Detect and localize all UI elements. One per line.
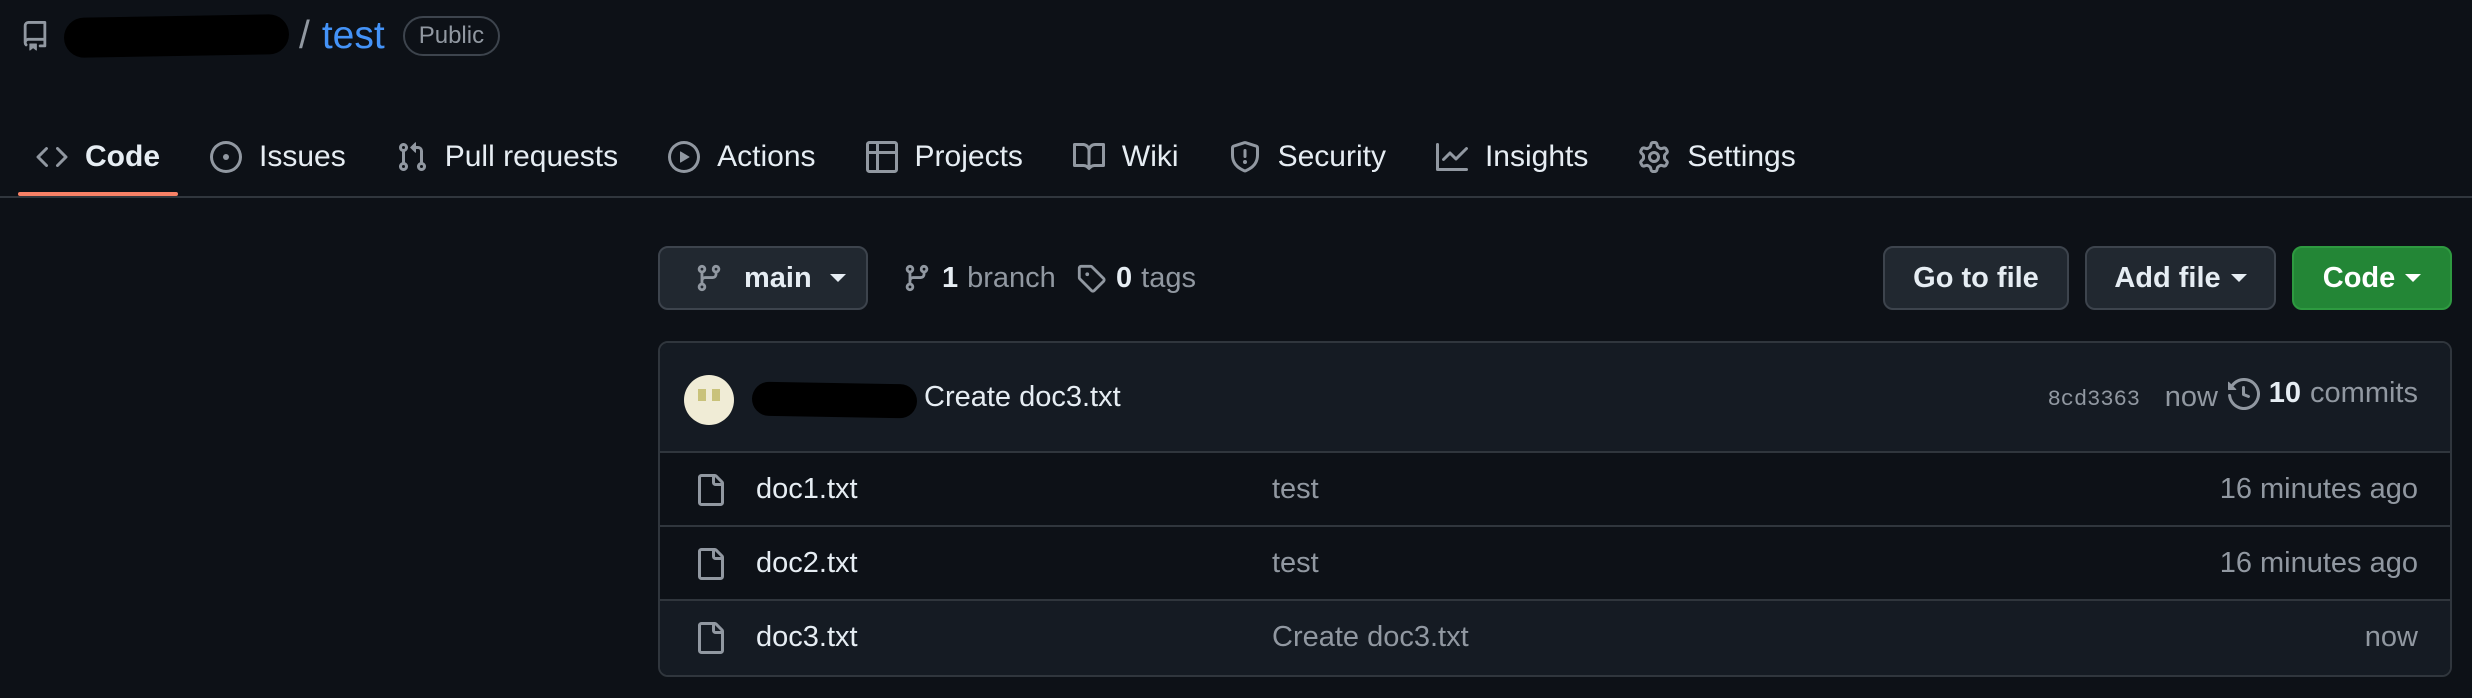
book-icon: [1072, 141, 1105, 173]
code-button-label: Code: [2322, 261, 2396, 294]
add-file-button[interactable]: Add file: [2085, 246, 2276, 310]
commit-author-redacted[interactable]: [751, 381, 918, 419]
go-to-file-button[interactable]: Go to file: [1883, 246, 2069, 310]
tag-count-label: tags: [1141, 261, 1196, 294]
chevron-down-icon: [2405, 274, 2422, 282]
go-to-file-label: Go to file: [1913, 261, 2039, 294]
repo-header: / test Public: [20, 10, 501, 62]
file-commit-link[interactable]: test: [1272, 473, 1319, 506]
commit-count: 10: [2268, 377, 2302, 409]
table-row: doc2.txt test 16 minutes ago: [660, 527, 2450, 601]
branches-link[interactable]: 1 branch: [902, 256, 1056, 300]
history-icon: [2227, 377, 2260, 410]
tag-icon: [1076, 263, 1106, 293]
tab-issues[interactable]: Issues: [192, 118, 364, 196]
git-branch-icon: [902, 263, 932, 293]
code-dropdown-button[interactable]: Code: [2292, 246, 2452, 310]
commit-sha-link[interactable]: 8cd3363: [2048, 387, 2140, 412]
chevron-down-icon: [2230, 274, 2247, 282]
tab-actions[interactable]: Actions: [650, 118, 833, 196]
file-name-link[interactable]: doc3.txt: [756, 621, 858, 654]
issue-opened-icon: [210, 141, 242, 173]
file-age: now: [2364, 621, 2418, 653]
tab-label: Code: [85, 140, 160, 173]
commit-count-label: commits: [2310, 377, 2418, 409]
tab-settings[interactable]: Settings: [1620, 118, 1813, 196]
table-row: doc3.txt Create doc3.txt now: [660, 601, 2450, 675]
tab-label: Actions: [717, 140, 816, 173]
chevron-down-icon: [829, 274, 846, 282]
graph-icon: [1435, 141, 1468, 173]
repo-tabs: Code Issues Pull requests Actions Projec…: [18, 118, 1828, 196]
file-icon: [694, 622, 726, 654]
branch-select-button[interactable]: main: [658, 246, 868, 310]
shield-icon: [1229, 141, 1261, 173]
tags-link[interactable]: 0 tags: [1076, 256, 1196, 300]
file-list: Create doc3.txt 8cd3363 now 10 commits d…: [658, 341, 2452, 677]
file-name-link[interactable]: doc2.txt: [756, 547, 858, 580]
tab-projects[interactable]: Projects: [848, 118, 1041, 196]
commit-time: now: [2164, 381, 2218, 413]
repo-name-link[interactable]: test: [322, 14, 385, 58]
tab-label: Issues: [259, 140, 346, 173]
tag-count: 0: [1116, 261, 1133, 294]
table-row: doc1.txt test 16 minutes ago: [660, 453, 2450, 527]
file-name-link[interactable]: doc1.txt: [756, 473, 858, 506]
add-file-label: Add file: [2114, 261, 2221, 294]
latest-commit-message[interactable]: Create doc3.txt: [924, 381, 1121, 414]
owner-name-redacted[interactable]: [63, 14, 290, 58]
git-pull-request-icon: [396, 141, 428, 173]
branch-count: 1: [942, 261, 959, 294]
file-age: 16 minutes ago: [2219, 473, 2418, 505]
tab-label: Insights: [1484, 140, 1589, 173]
repo-icon: [20, 21, 50, 51]
visibility-badge: Public: [402, 16, 501, 56]
gear-icon: [1638, 141, 1670, 173]
file-commit-link[interactable]: Create doc3.txt: [1272, 621, 1469, 654]
tab-label: Pull requests: [444, 140, 619, 173]
play-icon: [668, 141, 701, 173]
tab-insights[interactable]: Insights: [1418, 118, 1606, 196]
branch-count-label: branch: [967, 261, 1056, 294]
tab-label: Wiki: [1121, 140, 1179, 173]
avatar[interactable]: [684, 375, 734, 425]
branch-name: main: [744, 261, 812, 294]
table-icon: [865, 141, 898, 173]
file-icon: [694, 548, 726, 580]
file-age: 16 minutes ago: [2219, 547, 2418, 579]
tab-pull-requests[interactable]: Pull requests: [378, 118, 636, 196]
latest-commit-bar: Create doc3.txt 8cd3363 now 10 commits: [660, 343, 2450, 453]
tab-code[interactable]: Code: [18, 118, 178, 196]
tab-label: Projects: [914, 140, 1023, 173]
code-icon: [36, 141, 68, 173]
tab-wiki[interactable]: Wiki: [1055, 118, 1197, 196]
repo-path-separator: /: [299, 14, 310, 57]
file-commit-link[interactable]: test: [1272, 547, 1319, 580]
tab-label: Settings: [1687, 140, 1796, 173]
commits-history-link[interactable]: 10 commits: [2227, 377, 2418, 410]
git-branch-icon: [694, 263, 724, 293]
file-icon: [694, 474, 726, 506]
tabs-divider: [0, 196, 2472, 198]
tab-label: Security: [1277, 140, 1386, 173]
tab-security[interactable]: Security: [1211, 118, 1404, 196]
